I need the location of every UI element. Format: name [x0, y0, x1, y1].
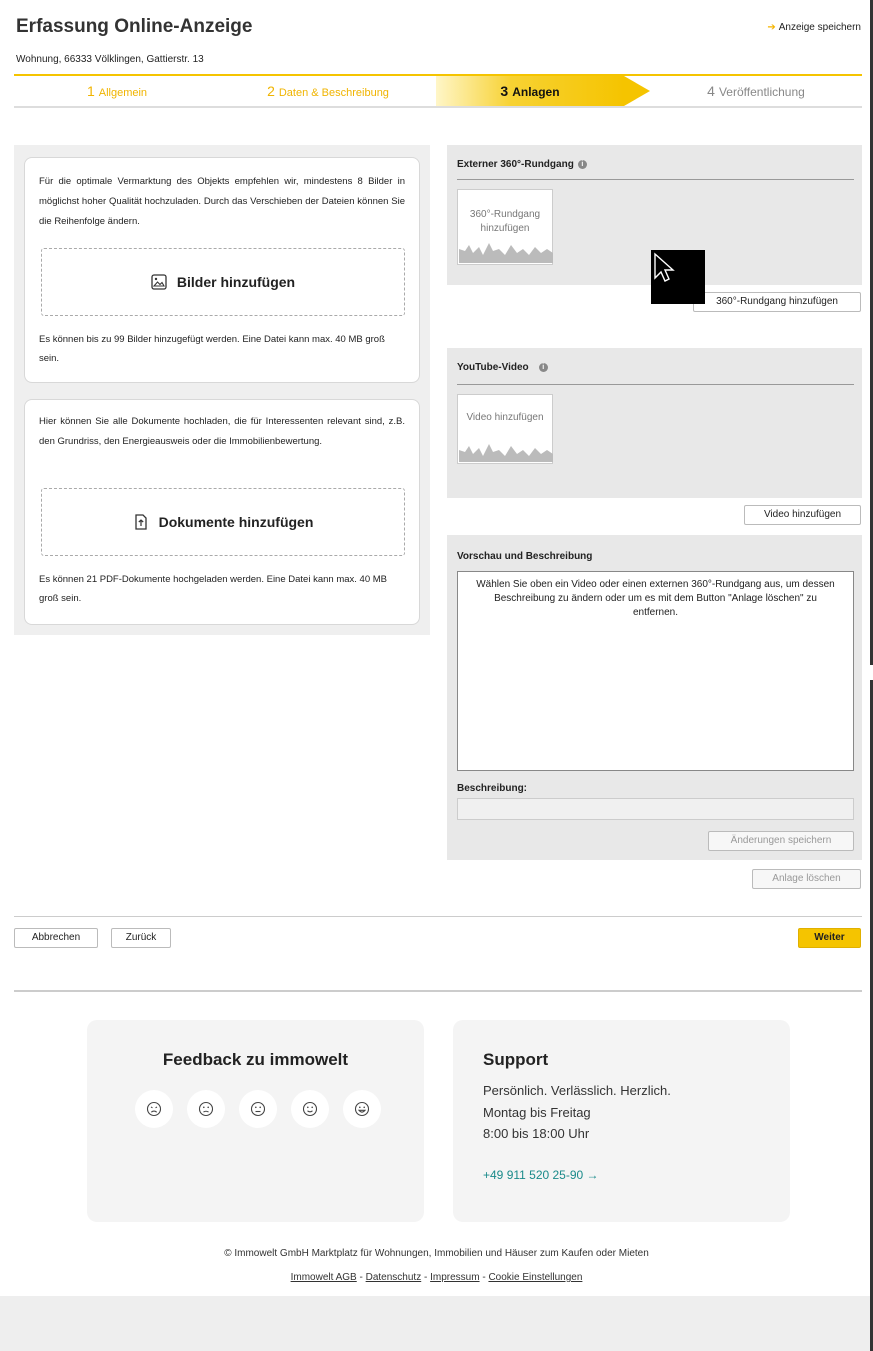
divider — [14, 990, 862, 992]
stepper-base-line — [14, 106, 862, 108]
step-veroeffentlichung: 4 Veröffentlichung — [707, 83, 805, 99]
upload-panel: Für die optimale Vermarktung des Objekts… — [14, 145, 430, 635]
back-button[interactable]: Zurück — [111, 928, 171, 948]
support-phone-link[interactable]: +49 911 520 25-90 → — [483, 1168, 599, 1182]
description-label: Beschreibung: — [457, 783, 528, 794]
image-icon — [151, 274, 167, 290]
mouse-cursor-overlay — [651, 250, 705, 304]
step-arrow — [624, 76, 650, 106]
step-anlagen: 3 Anlagen — [436, 76, 624, 106]
legal-links: Immowelt AGB - Datenschutz - Impressum -… — [290, 1272, 583, 1283]
preview-box-title: Vorschau und Beschreibung — [457, 551, 593, 562]
info-icon[interactable]: i — [577, 159, 587, 169]
copyright-text: © Immowelt GmbH Marktplatz für Wohnungen… — [224, 1248, 649, 1259]
support-tagline: Persönlich. Verlässlich. Herzlich. — [483, 1083, 671, 1098]
very-happy-smiley-icon[interactable] — [343, 1090, 381, 1128]
document-upload-icon — [133, 514, 149, 530]
divider — [457, 384, 854, 385]
property-address: Wohnung, 66333 Völklingen, Gattierstr. 1… — [16, 54, 204, 65]
step-daten-beschreibung[interactable]: 2 Daten & Beschreibung — [220, 76, 436, 106]
next-button[interactable]: Weiter — [798, 928, 861, 948]
add-tour-button[interactable]: 360°-Rundgang hinzufügen — [693, 292, 861, 312]
add-documents-dropzone[interactable]: Dokumente hinzufügen — [41, 488, 405, 556]
divider — [14, 916, 862, 917]
divider — [457, 179, 854, 180]
progress-stepper: 1 Allgemein 2 Daten & Beschreibung 3 Anlage… — [14, 74, 862, 108]
add-video-button[interactable]: Video hinzufügen — [744, 505, 861, 525]
feedback-card: Feedback zu immowelt — [87, 1020, 424, 1222]
privacy-link[interactable]: Datenschutz — [366, 1272, 422, 1283]
preview-box: Vorschau und Beschreibung Wählen Sie obe… — [447, 535, 862, 860]
skyline-icon — [459, 444, 553, 462]
images-note: Es können bis zu 99 Bilder hinzugefügt w… — [39, 334, 385, 364]
images-card: Für die optimale Vermarktung des Objekts… — [24, 157, 420, 383]
video-thumbnail[interactable]: Video hinzufügen — [457, 394, 553, 464]
save-ad-link[interactable]: ➔ Anzeige speichern — [767, 22, 861, 33]
video-box-title: YouTube-Video i — [457, 362, 548, 373]
delete-attachment-button[interactable]: Anlage löschen — [752, 869, 861, 889]
support-title: Support — [483, 1050, 549, 1069]
support-hours: 8:00 bis 18:00 Uhr — [483, 1126, 590, 1141]
documents-card: Hier können Sie alle Dokumente hochladen… — [24, 399, 420, 625]
images-description: Für die optimale Vermarktung des Objekts… — [39, 176, 405, 227]
step-allgemein[interactable]: 1 Allgemein — [14, 76, 220, 106]
unhappy-smiley-icon[interactable] — [187, 1090, 225, 1128]
tour-thumbnail[interactable]: 360°-Rundgang hinzufügen — [457, 189, 553, 265]
happy-smiley-icon[interactable] — [291, 1090, 329, 1128]
documents-note: Es können 21 PDF-Dokumente hochgeladen w… — [39, 574, 388, 604]
support-days: Montag bis Freitag — [483, 1105, 591, 1120]
video-box: YouTube-Video i Video hinzufügen — [447, 348, 862, 498]
feedback-smileys — [135, 1090, 381, 1128]
page-title: Erfassung Online-Anzeige — [16, 16, 253, 37]
feedback-title: Feedback zu immowelt — [162, 1050, 349, 1069]
info-icon[interactable]: i — [538, 362, 548, 372]
support-card: Support Persönlich. Verlässlich. Herzlic… — [453, 1020, 790, 1222]
cancel-button[interactable]: Abbrechen — [14, 928, 98, 948]
documents-description: Hier können Sie alle Dokumente hochladen… — [39, 416, 405, 447]
add-images-dropzone[interactable]: Bilder hinzufügen — [41, 248, 405, 316]
save-changes-button[interactable]: Änderungen speichern — [708, 831, 854, 851]
agb-link[interactable]: Immowelt AGB — [291, 1272, 357, 1283]
arrow-right-icon: ➔ — [767, 22, 776, 33]
preview-hint: Wählen Sie oben ein Video oder einen ext… — [476, 579, 835, 618]
neutral-smiley-icon[interactable] — [239, 1090, 277, 1128]
tour-box-title: Externer 360°-Rundgang i — [457, 159, 587, 170]
cursor-icon — [654, 252, 675, 282]
description-input[interactable] — [457, 798, 854, 820]
cookie-settings-link[interactable]: Cookie Einstellungen — [488, 1272, 582, 1283]
imprint-link[interactable]: Impressum — [430, 1272, 479, 1283]
skyline-icon — [459, 243, 553, 263]
preview-area: Wählen Sie oben ein Video oder einen ext… — [457, 571, 854, 771]
page-bottom-band — [0, 1296, 870, 1351]
very-unhappy-smiley-icon[interactable] — [135, 1090, 173, 1128]
